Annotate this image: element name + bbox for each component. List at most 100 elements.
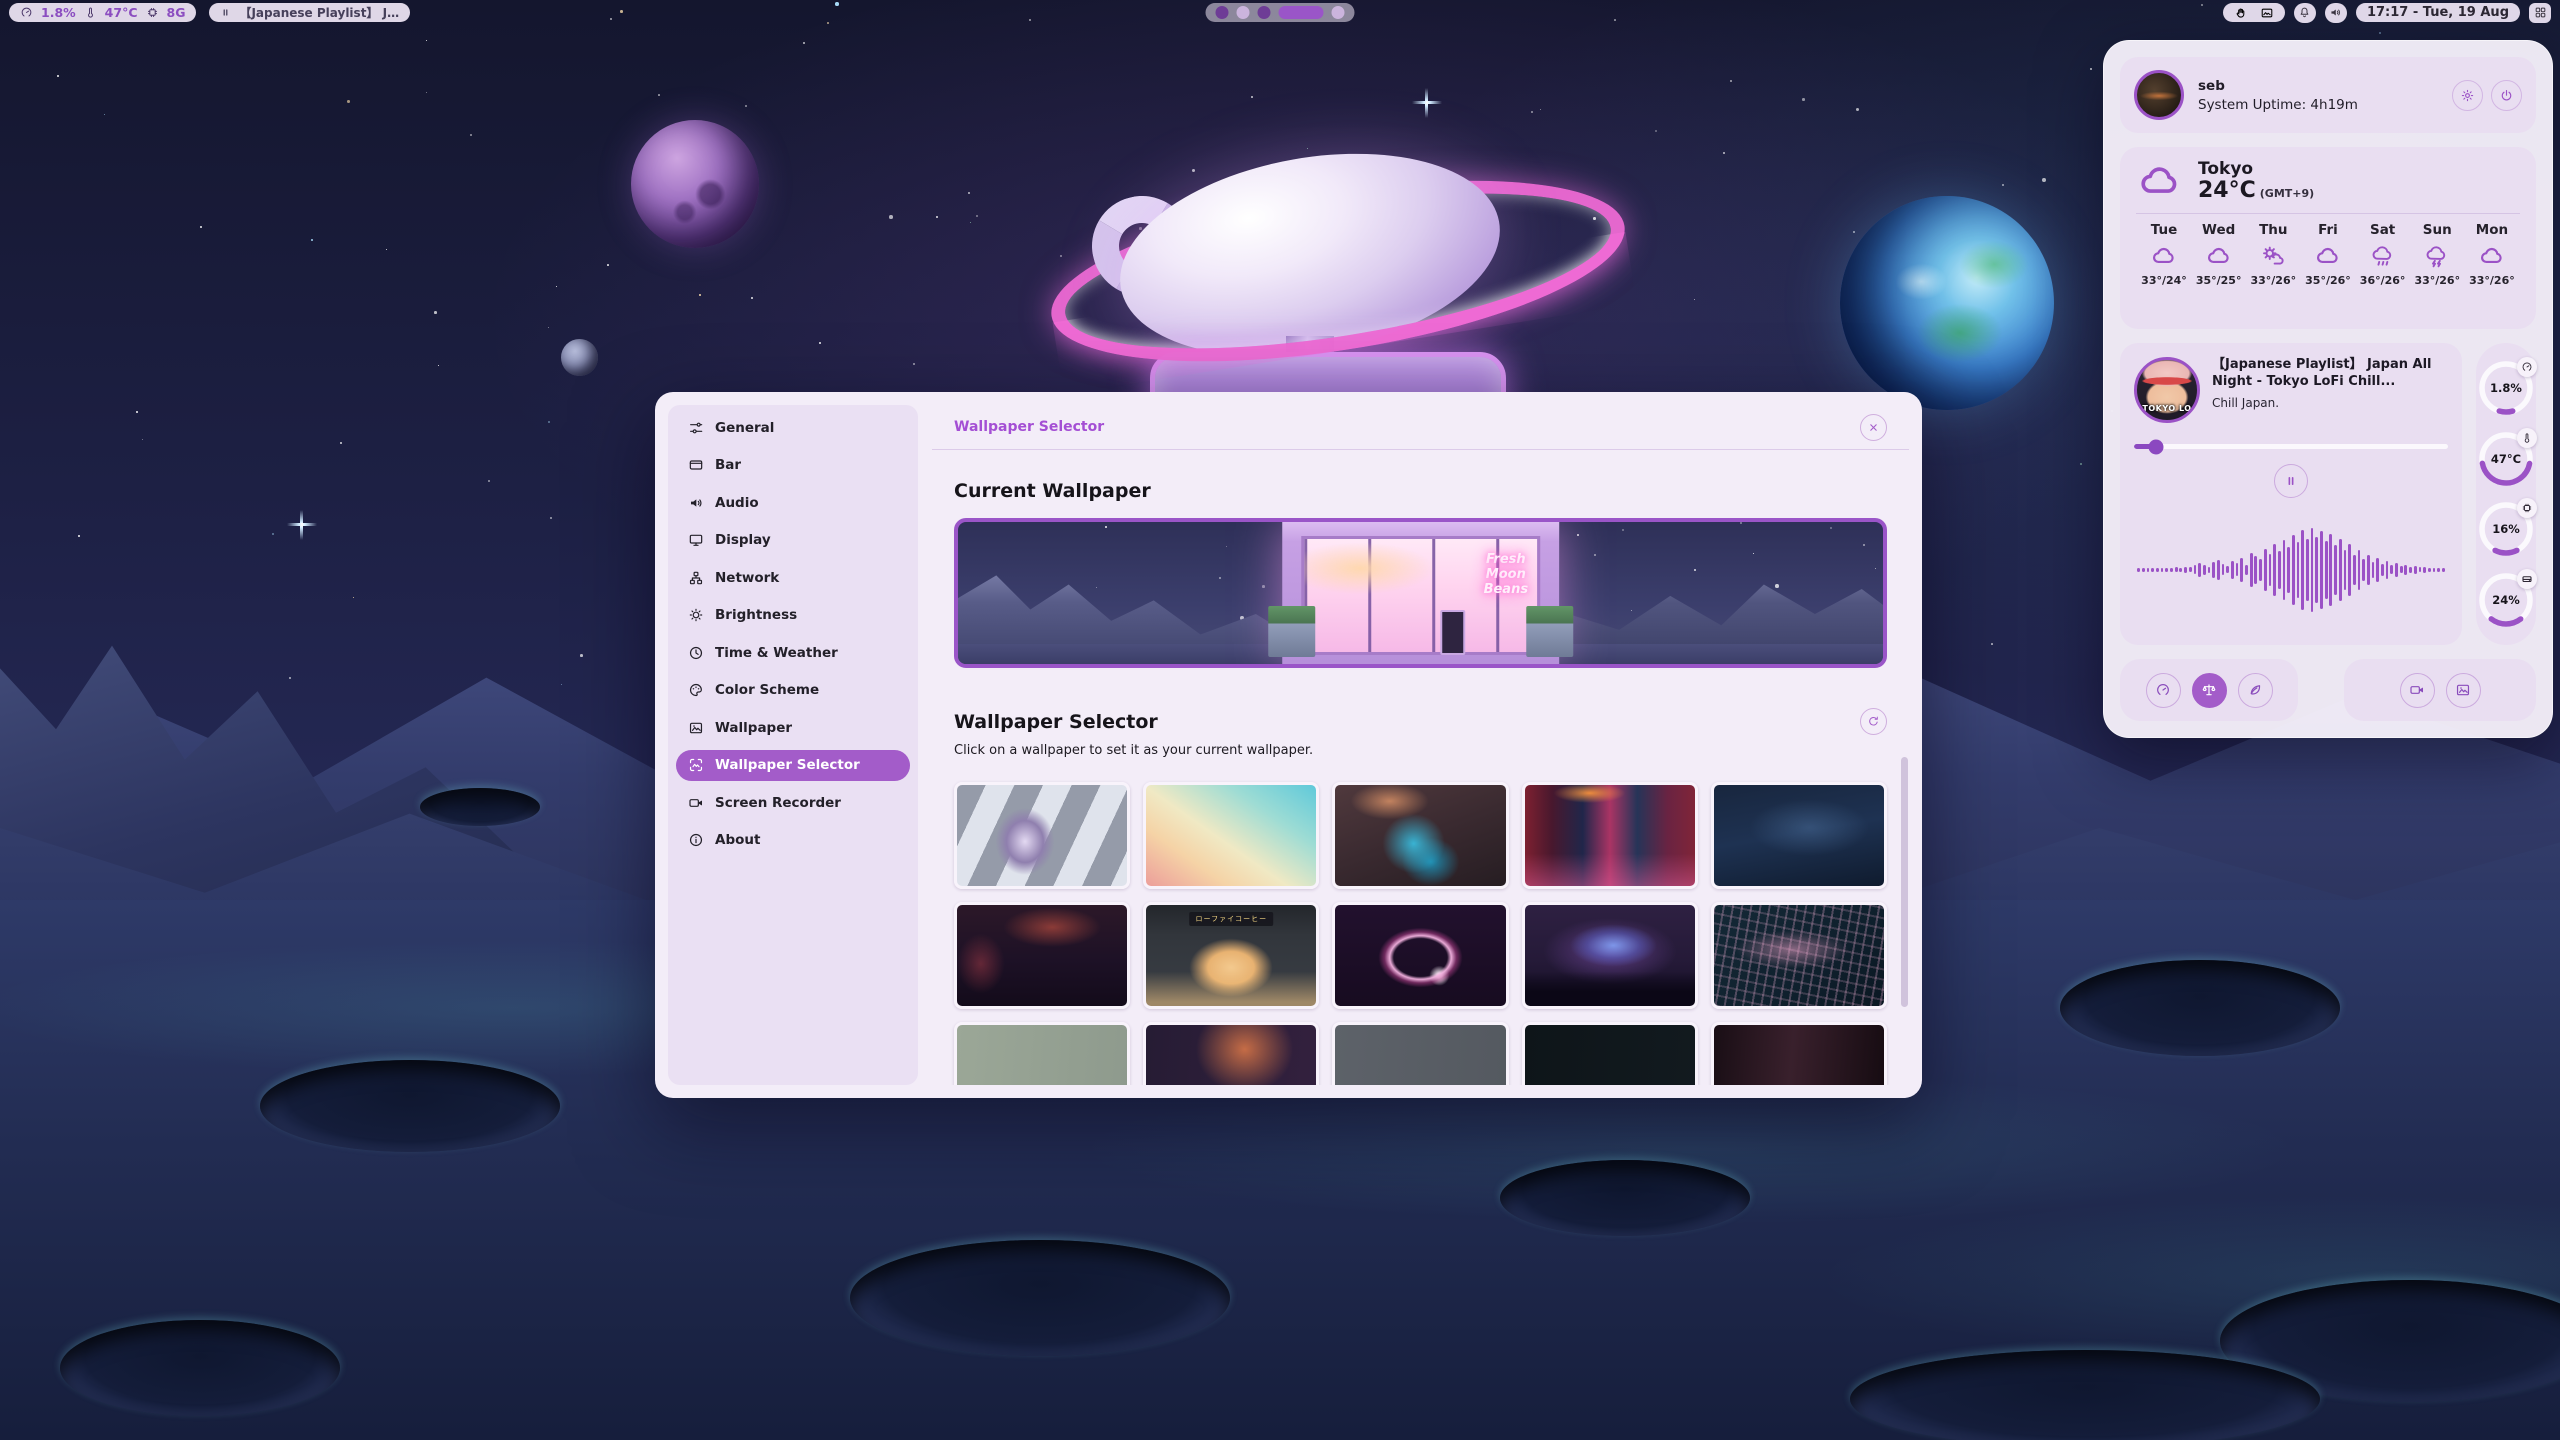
dashboard-button[interactable] xyxy=(2529,3,2551,23)
sidebar-item-icon xyxy=(688,607,704,623)
album-art-text: TOKYO LO xyxy=(2137,404,2197,413)
sidebar-item-label: Color Scheme xyxy=(715,682,819,698)
waveform-bar xyxy=(2240,558,2243,582)
thermometer-icon xyxy=(84,6,97,19)
wallpaper-thumbnail[interactable]: ローファイコーヒー xyxy=(1143,902,1319,1009)
notifications-button[interactable] xyxy=(2294,3,2316,23)
sidebar-item[interactable]: Audio xyxy=(676,487,910,518)
play-pause-button[interactable] xyxy=(2274,464,2308,498)
weather-temp-value: 24°C xyxy=(2198,178,2256,203)
crater xyxy=(1850,1350,2320,1440)
tray-icon[interactable] xyxy=(2260,6,2274,20)
shortcut-button[interactable] xyxy=(2400,673,2435,708)
tray-icon[interactable] xyxy=(2234,6,2248,20)
album-art: TOKYO LO xyxy=(2134,357,2200,423)
workspace-dot[interactable] xyxy=(1279,6,1324,19)
wallpaper-thumbnail[interactable] xyxy=(1522,902,1698,1009)
power-button[interactable] xyxy=(2491,80,2522,111)
sidebar-item-label: Display xyxy=(715,532,771,548)
sidebar-item-icon xyxy=(688,495,704,511)
wallpaper-thumbnail[interactable] xyxy=(954,782,1130,889)
seek-thumb[interactable] xyxy=(2148,439,2163,454)
close-button[interactable] xyxy=(1860,414,1887,441)
forecast-weather-icon xyxy=(2260,243,2286,269)
waveform-bar xyxy=(2151,568,2154,572)
wallpaper-thumbnail[interactable] xyxy=(1332,782,1508,889)
sidebar-item[interactable]: Screen Recorder xyxy=(676,787,910,818)
wallpaper-thumbnail[interactable] xyxy=(1332,902,1508,1009)
media-pill[interactable]: 【Japanese Playlist】 J... xyxy=(209,3,410,22)
waveform-bar xyxy=(2386,561,2389,579)
wallpaper-thumbnail[interactable] xyxy=(954,902,1130,1009)
wallpaper-thumbnail[interactable] xyxy=(1143,1022,1319,1085)
shortcut-button[interactable] xyxy=(2446,673,2481,708)
wallpaper-thumbnail[interactable] xyxy=(1143,782,1319,889)
waveform-bar xyxy=(2273,544,2276,596)
system-stat-ring: 47°C xyxy=(2478,431,2534,487)
workspace-dot[interactable] xyxy=(1258,6,1271,19)
sidebar-item[interactable]: Wallpaper xyxy=(676,712,910,743)
forecast-day: Wed 35°/25° xyxy=(2193,222,2245,287)
settings-window: General Bar Audio Display Network Bright… xyxy=(655,392,1922,1098)
wallpaper-thumbnail[interactable] xyxy=(1522,1022,1698,1085)
waveform-bar xyxy=(2203,565,2206,575)
waveform-bar xyxy=(2344,550,2347,590)
selector-subtitle: Click on a wallpaper to set it as your c… xyxy=(954,743,1887,758)
sidebar-item[interactable]: Time & Weather xyxy=(676,637,910,668)
waveform-bar xyxy=(2400,566,2403,573)
waveform-bar xyxy=(2390,565,2393,574)
forecast-temps: 33°/26° xyxy=(2469,274,2515,287)
refresh-button[interactable] xyxy=(1860,708,1887,735)
wallpaper-thumbnail[interactable] xyxy=(1522,782,1698,889)
waveform-bar xyxy=(2147,568,2150,572)
preview-planter xyxy=(1526,606,1573,657)
forecast-day: Fri 35°/26° xyxy=(2302,222,2354,287)
sidebar-item[interactable]: Bar xyxy=(676,450,910,481)
power-profile-icon xyxy=(2155,682,2171,698)
sidebar-item-icon xyxy=(688,645,704,661)
system-stats-pill[interactable]: 1.8% 47°C 8G xyxy=(9,3,196,22)
wallpaper-thumbnail[interactable] xyxy=(1711,902,1887,1009)
wallpaper-thumbnail[interactable] xyxy=(1711,1022,1887,1085)
workspace-dot[interactable] xyxy=(1237,6,1250,19)
current-wallpaper-preview: Fresh Moon Beans xyxy=(954,518,1887,668)
sidebar-item-icon xyxy=(688,795,704,811)
weather-timezone: (GMT+9) xyxy=(2260,187,2314,200)
power-profile-button[interactable] xyxy=(2146,673,2181,708)
clock-pill[interactable]: 17:17 - Tue, 19 Aug xyxy=(2356,3,2520,22)
sidebar-item[interactable]: About xyxy=(676,825,910,856)
forecast-temps: 35°/25° xyxy=(2196,274,2242,287)
crater xyxy=(2060,960,2340,1056)
workspace-dot[interactable] xyxy=(1216,6,1229,19)
sidebar-item[interactable]: Color Scheme xyxy=(676,675,910,706)
window-titlebar: Wallpaper Selector xyxy=(954,405,1887,449)
sidebar-item[interactable]: Brightness xyxy=(676,600,910,631)
sidebar-item[interactable]: Wallpaper Selector xyxy=(676,750,910,781)
forecast-day: Sat 36°/26° xyxy=(2357,222,2409,287)
audio-waveform xyxy=(2134,508,2448,631)
wallpaper-thumbnail[interactable] xyxy=(954,1022,1130,1085)
power-profile-button[interactable] xyxy=(2238,673,2273,708)
memory-usage: 8G xyxy=(167,5,186,20)
waveform-bar xyxy=(2315,537,2318,603)
wallpaper-thumbnail[interactable] xyxy=(1332,1022,1508,1085)
system-stat-ring: 16% xyxy=(2478,501,2534,557)
settings-button[interactable] xyxy=(2452,80,2483,111)
waveform-bar xyxy=(2367,555,2370,585)
sidebar-item[interactable]: Network xyxy=(676,562,910,593)
power-profile-button[interactable] xyxy=(2192,673,2227,708)
sidebar-item[interactable]: General xyxy=(676,412,910,443)
seek-slider[interactable] xyxy=(2134,439,2448,454)
preview-planter xyxy=(1268,606,1315,657)
wallpaper-thumbnail[interactable] xyxy=(1711,782,1887,889)
scrollbar-thumb[interactable] xyxy=(1901,757,1908,1007)
crater xyxy=(1500,1160,1750,1236)
preview-menu-board xyxy=(1440,610,1465,655)
power-profile-icon xyxy=(2201,682,2217,698)
sidebar-item[interactable]: Display xyxy=(676,525,910,556)
volume-button[interactable] xyxy=(2325,3,2347,23)
refresh-icon xyxy=(1867,715,1880,728)
waveform-bar xyxy=(2297,542,2300,598)
cpu-temp: 47°C xyxy=(105,5,138,20)
workspace-dot[interactable] xyxy=(1332,6,1345,19)
